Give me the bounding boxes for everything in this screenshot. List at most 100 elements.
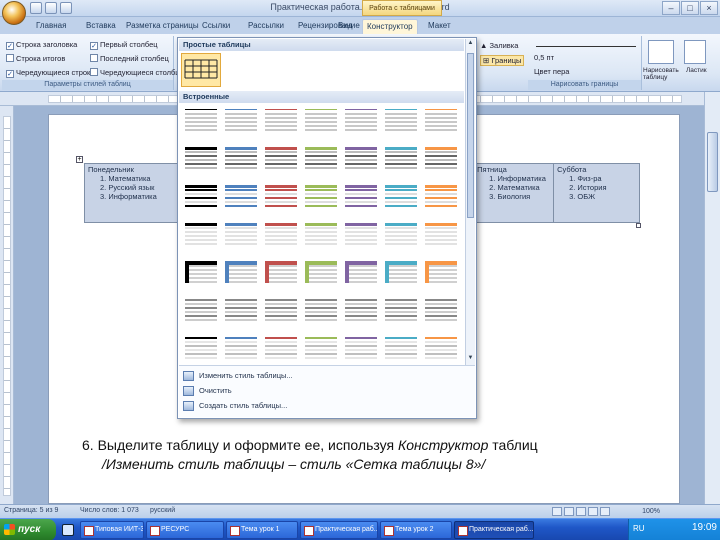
scroll-down-icon[interactable]: ▼ xyxy=(466,355,475,364)
table-style-thumbnail[interactable] xyxy=(224,144,258,172)
tab-page-layout[interactable]: Разметка страницы xyxy=(122,19,203,34)
minimize-button[interactable]: – xyxy=(662,1,680,15)
outline-icon[interactable] xyxy=(588,507,598,516)
table-style-thumbnail[interactable] xyxy=(304,106,338,134)
table-style-thumbnail[interactable] xyxy=(384,182,418,210)
table-style-thumbnail[interactable] xyxy=(344,258,378,286)
checkbox-header-row[interactable]: ✓ Строка заголовка xyxy=(6,40,77,50)
start-button[interactable]: пуск xyxy=(0,519,56,540)
page-count[interactable]: Страница: 5 из 9 xyxy=(4,507,58,514)
taskbar-item[interactable]: Практическая раб... xyxy=(300,521,378,539)
table-style-thumbnail[interactable] xyxy=(264,334,298,362)
print-layout-icon[interactable] xyxy=(552,507,562,516)
table-style-thumbnail[interactable] xyxy=(304,182,338,210)
table-style-thumbnail[interactable] xyxy=(184,182,218,210)
table-style-thumbnail[interactable] xyxy=(424,258,458,286)
draw-table-icon[interactable] xyxy=(648,40,674,64)
close-button[interactable]: × xyxy=(700,1,718,15)
table-style-thumbnail[interactable] xyxy=(344,106,378,134)
table-style-thumbnail[interactable] xyxy=(224,182,258,210)
checkbox-first-column[interactable]: ✓ Первый столбец xyxy=(90,40,158,50)
table-style-thumbnail[interactable] xyxy=(304,334,338,362)
table-style-thumbnail[interactable] xyxy=(304,144,338,172)
draft-icon[interactable] xyxy=(600,507,610,516)
table-cell[interactable]: Пятница 1. Информатика 2. Математика 3. … xyxy=(473,163,555,223)
table-resize-handle[interactable] xyxy=(636,223,641,228)
pen-weight-select[interactable]: 0,5 пт xyxy=(534,53,554,62)
table-style-thumbnail[interactable] xyxy=(264,258,298,286)
table-style-thumbnail[interactable] xyxy=(384,258,418,286)
table-style-thumbnail[interactable] xyxy=(224,334,258,362)
table-style-thumbnail[interactable] xyxy=(184,144,218,172)
table-style-thumbnail[interactable] xyxy=(424,220,458,248)
table-styles-gallery[interactable]: Простые таблицы Встроенные ▲ ▼ Изменить … xyxy=(177,37,477,419)
table-style-thumbnail[interactable] xyxy=(424,106,458,134)
table-style-thumbnail[interactable] xyxy=(264,144,298,172)
shading-button[interactable]: ▲ Заливка xyxy=(480,41,518,50)
table-style-thumbnail[interactable] xyxy=(384,296,418,324)
table-style-thumbnail[interactable] xyxy=(184,106,218,134)
table-style-thumbnail[interactable] xyxy=(264,106,298,134)
gallery-scroll-thumb[interactable] xyxy=(467,53,474,218)
table-style-thumbnail[interactable] xyxy=(424,182,458,210)
table-style-thumbnail[interactable] xyxy=(384,220,418,248)
scroll-thumb[interactable] xyxy=(707,132,718,192)
web-layout-icon[interactable] xyxy=(576,507,586,516)
table-style-thumbnail[interactable] xyxy=(424,144,458,172)
tab-references[interactable]: Ссылки xyxy=(198,19,234,34)
quicklaunch-icon[interactable] xyxy=(62,524,74,536)
table-style-thumbnail[interactable] xyxy=(304,220,338,248)
tab-layout[interactable]: Макет xyxy=(424,19,455,34)
vertical-scrollbar[interactable] xyxy=(704,92,720,504)
table-style-thumbnail[interactable] xyxy=(304,258,338,286)
table-style-thumbnail[interactable] xyxy=(184,258,218,286)
table-style-thumbnail[interactable] xyxy=(384,334,418,362)
table-style-thumbnail[interactable] xyxy=(264,220,298,248)
clear-style-item[interactable]: Очистить xyxy=(183,384,232,398)
gallery-scrollbar[interactable]: ▲ ▼ xyxy=(465,39,475,365)
maximize-button[interactable]: □ xyxy=(681,1,699,15)
zoom-level[interactable]: 100% xyxy=(642,508,660,515)
table-style-thumbnail[interactable] xyxy=(344,144,378,172)
table-style-thumbnail[interactable] xyxy=(184,334,218,362)
table-style-thumbnail[interactable] xyxy=(424,296,458,324)
pen-color-button[interactable]: Цвет пера xyxy=(534,67,569,76)
taskbar-item[interactable]: Тема урок 2 xyxy=(380,521,452,539)
table-style-thumbnail[interactable] xyxy=(424,334,458,362)
taskbar-item-active[interactable]: Практическая раб... xyxy=(454,521,534,539)
table-style-thumbnail[interactable] xyxy=(184,220,218,248)
table-style-thumbnail[interactable] xyxy=(304,296,338,324)
table-style-thumbnail[interactable] xyxy=(344,296,378,324)
checkbox-banded-rows[interactable]: ✓ Чередующиеся строки xyxy=(6,68,95,78)
table-style-thumbnail[interactable] xyxy=(344,220,378,248)
table-style-thumbnail[interactable] xyxy=(224,106,258,134)
input-language[interactable]: RU xyxy=(633,524,645,533)
table-move-handle[interactable]: + xyxy=(76,156,83,163)
table-style-thumbnail[interactable] xyxy=(384,144,418,172)
table-style-plain-grid[interactable] xyxy=(181,53,221,87)
table-style-thumbnail[interactable] xyxy=(184,296,218,324)
modify-table-style-item[interactable]: Изменить стиль таблицы... xyxy=(183,369,293,383)
new-table-style-item[interactable]: Создать стиль таблицы... xyxy=(183,399,287,413)
table-style-thumbnail[interactable] xyxy=(344,334,378,362)
table-cell[interactable]: Суббота 1. Физ-ра 2. История 3. ОБЖ xyxy=(553,163,640,223)
language-indicator[interactable]: русский xyxy=(150,507,175,514)
table-style-thumbnail[interactable] xyxy=(224,220,258,248)
table-style-thumbnail[interactable] xyxy=(224,296,258,324)
scroll-up-icon[interactable]: ▲ xyxy=(466,40,475,49)
tab-view[interactable]: Вид xyxy=(334,19,356,34)
checkbox-total-row[interactable]: Строка итогов xyxy=(6,54,65,63)
table-style-thumbnail[interactable] xyxy=(224,258,258,286)
taskbar-item[interactable]: Типовая ИИТ-3 (ок... xyxy=(80,521,144,539)
table-cell[interactable]: Понедельник 1. Математика 2. Русский язы… xyxy=(84,163,185,223)
tab-mailings[interactable]: Рассылки xyxy=(244,19,288,34)
table-style-thumbnail[interactable] xyxy=(264,296,298,324)
tab-home[interactable]: Главная xyxy=(32,19,70,34)
office-button[interactable] xyxy=(2,1,26,25)
word-count[interactable]: Число слов: 1 073 xyxy=(80,507,139,514)
table-style-thumbnail[interactable] xyxy=(344,182,378,210)
eraser-icon[interactable] xyxy=(684,40,706,64)
line-style-sample[interactable] xyxy=(536,46,636,47)
taskbar-item[interactable]: Тема урок 1 xyxy=(226,521,298,539)
checkbox-banded-columns[interactable]: Чередующиеся столбцы xyxy=(90,68,185,77)
